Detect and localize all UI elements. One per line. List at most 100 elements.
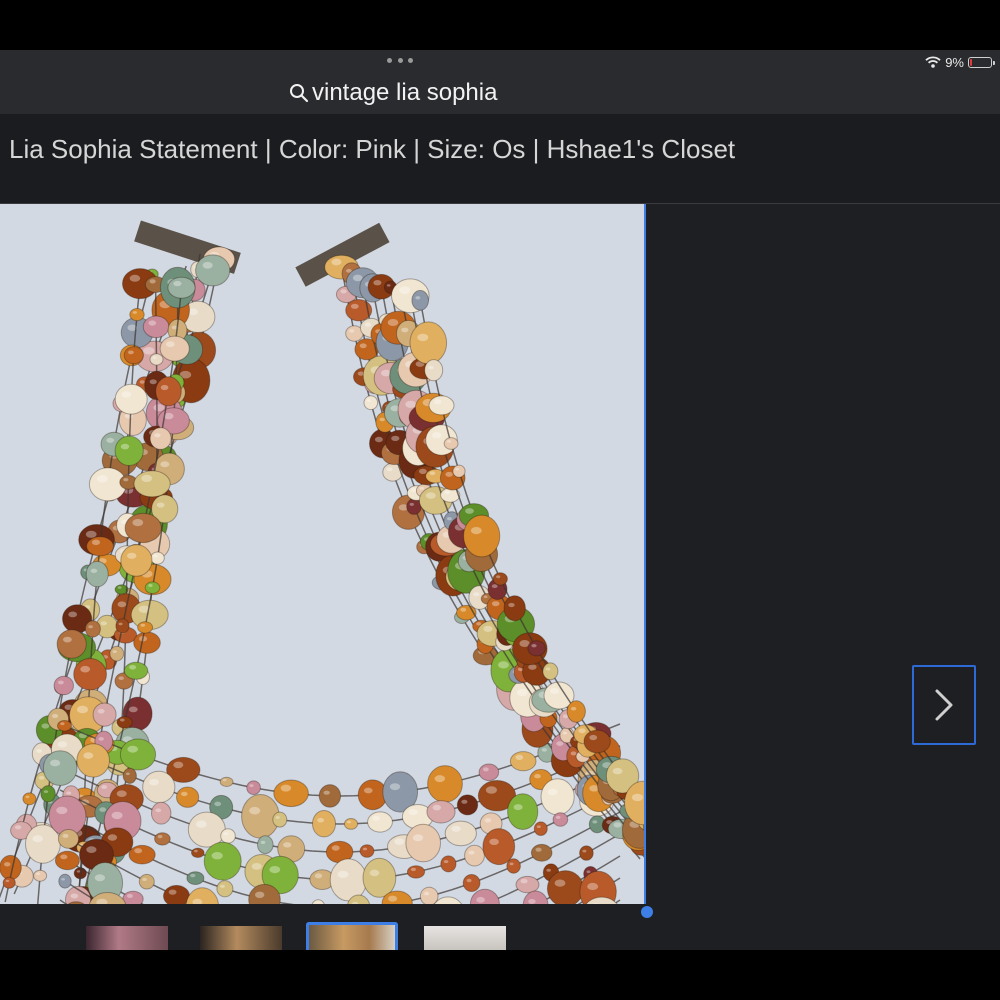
bead [138, 873, 155, 890]
bead-highlight [445, 471, 453, 477]
bead [155, 376, 182, 407]
bead-highlight [223, 832, 228, 836]
bead-highlight [547, 788, 558, 796]
bead [53, 675, 74, 696]
bead-highlight [107, 834, 118, 841]
bead [273, 779, 309, 808]
thumbnail-2[interactable] [200, 926, 282, 950]
bead [86, 536, 114, 557]
search-query-bar[interactable]: vintage lia sophia [288, 78, 497, 108]
bead [128, 844, 156, 865]
bead [42, 750, 78, 786]
image-viewer [0, 204, 1000, 918]
bead-highlight [372, 815, 380, 821]
bead [92, 702, 117, 727]
bead-highlight [120, 718, 125, 722]
bead-highlight [536, 825, 541, 828]
bead-highlight [366, 399, 371, 402]
bead-highlight [94, 874, 106, 882]
next-image-button[interactable] [912, 665, 976, 745]
bead-highlight [83, 752, 94, 759]
battery-percentage: 9% [945, 54, 964, 70]
bead-highlight [14, 825, 22, 830]
bead [452, 464, 466, 478]
bead [359, 844, 375, 858]
bead-highlight [508, 602, 515, 608]
bead [203, 841, 242, 881]
bead [56, 629, 87, 659]
product-photo[interactable] [0, 204, 646, 904]
bead [57, 829, 80, 849]
bead-highlight [509, 862, 514, 866]
bead-highlight [531, 644, 537, 648]
bead [312, 810, 336, 838]
bead-highlight [415, 296, 421, 300]
bead [246, 780, 261, 796]
bead-highlight [374, 436, 383, 443]
bead [85, 560, 109, 588]
bead [530, 843, 553, 862]
status-bar: 9% [925, 54, 995, 70]
bead-highlight [405, 400, 417, 408]
bead-highlight [631, 793, 644, 802]
bead [150, 551, 165, 565]
bead-highlight [149, 779, 159, 786]
bead-highlight [194, 849, 198, 853]
bead-highlight [255, 891, 265, 898]
thumbnail-3-selected[interactable] [306, 922, 398, 950]
bead-highlight [139, 380, 145, 384]
bead-highlight [386, 284, 391, 287]
bead-highlight [546, 868, 551, 872]
bead-highlight [60, 722, 65, 726]
bead-highlight [483, 625, 493, 632]
bead-highlight [417, 333, 429, 342]
browser-screen: 9% vintage lia sophia Lia Sophia Stateme… [0, 50, 1000, 950]
bead [552, 812, 569, 827]
bead-highlight [214, 801, 222, 807]
bead-highlight [589, 734, 598, 741]
resize-handle[interactable] [641, 906, 653, 918]
thumbnail-4[interactable] [424, 926, 506, 950]
bead [363, 395, 379, 411]
bead-highlight [352, 274, 363, 282]
bead [406, 865, 426, 879]
bead-highlight [432, 432, 442, 439]
bead-highlight [476, 896, 485, 903]
bead-highlight [592, 820, 598, 824]
bead-highlight [323, 790, 330, 795]
bead-highlight [386, 467, 393, 472]
bead-highlight [153, 554, 158, 558]
bead [151, 801, 172, 825]
bead-highlight [485, 786, 497, 794]
bead [133, 470, 171, 498]
bead-highlight [517, 689, 528, 697]
bead-highlight [132, 311, 137, 314]
bead-highlight [394, 838, 405, 845]
bead-highlight [120, 443, 130, 450]
bead-highlight [314, 873, 323, 879]
bead [426, 800, 456, 824]
bead [123, 346, 144, 365]
bead [122, 890, 144, 904]
bead-highlight [211, 852, 223, 860]
bead [329, 858, 368, 902]
bead-highlight [97, 708, 105, 714]
bead-highlight [578, 728, 586, 734]
bead-highlight [148, 584, 153, 587]
bead-highlight [428, 365, 434, 370]
thumbnail-1[interactable] [86, 926, 168, 950]
bead-highlight [399, 286, 411, 294]
bead [343, 818, 359, 830]
bead-highlight [38, 776, 45, 780]
bead-highlight [443, 860, 449, 864]
bead-highlight [249, 784, 254, 787]
bead [503, 595, 526, 622]
bead-highlight [132, 519, 144, 527]
bead-highlight [106, 437, 115, 443]
bead-highlight [391, 435, 400, 442]
more-dots-icon[interactable] [387, 56, 413, 64]
bead-highlight [260, 840, 266, 845]
bead-highlight [117, 586, 122, 589]
search-query-text: vintage lia sophia [312, 79, 498, 106]
bead [440, 855, 457, 873]
